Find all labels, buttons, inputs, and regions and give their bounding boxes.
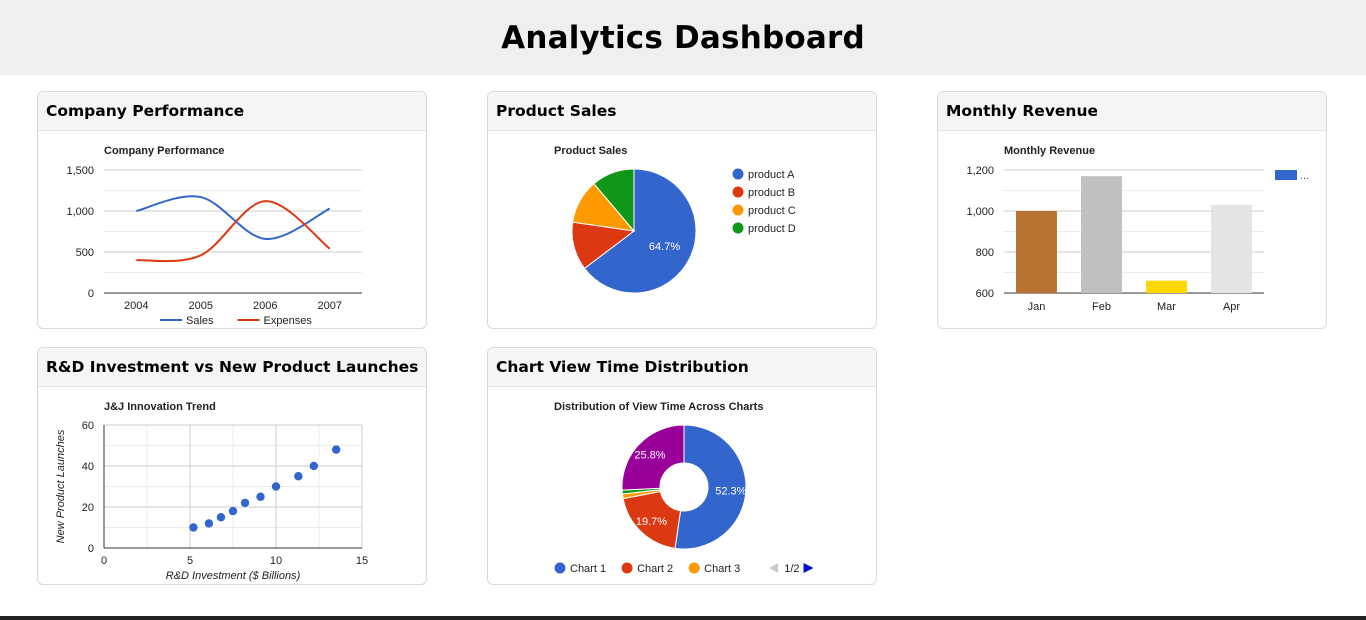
x-tick-label: 5	[187, 555, 193, 567]
legend-prev-icon	[769, 563, 779, 573]
legend-marker	[554, 562, 566, 574]
x-tick-label: Mar	[1157, 301, 1176, 313]
card-title: R&D Investment vs New Product Launches	[46, 358, 419, 376]
dashboard-header: Analytics Dashboard	[0, 0, 1366, 75]
y-tick-label: 20	[82, 502, 94, 514]
company-performance-card: Company Performance Company Performance 0…	[37, 91, 427, 329]
product-sales-card: Product Sales Product Sales 64.7% product …	[487, 91, 877, 329]
monthly-revenue-bar-chart[interactable]: Monthly Revenue 600 800 1,000 1,200 Jan Feb Mar…	[938, 131, 1327, 329]
card-header: Monthly Revenue	[938, 92, 1326, 131]
y-tick-label: 60	[82, 420, 94, 432]
x-tick-label: Jan	[1028, 301, 1046, 313]
card-title: Company Performance	[46, 102, 245, 120]
legend-label: product D	[748, 223, 796, 235]
y-tick-label: 1,200	[966, 165, 994, 177]
data-point	[189, 523, 198, 532]
chart-title: Monthly Revenue	[1004, 145, 1095, 157]
legend-label: Expenses	[264, 315, 313, 327]
chart-title: Distribution of View Time Across Charts	[554, 401, 763, 413]
legend-label: product A	[748, 169, 795, 181]
bar-jan	[1016, 211, 1057, 293]
y-tick-label: 0	[88, 543, 94, 555]
legend-marker	[621, 562, 633, 574]
view-time-donut-chart[interactable]: Distribution of View Time Across Charts 5…	[488, 387, 877, 585]
card-header: Product Sales	[488, 92, 876, 131]
legend-page-indicator: 1/2	[784, 563, 799, 575]
x-tick-label: 2006	[253, 300, 277, 312]
slice-percent-label: 25.8%	[634, 450, 665, 462]
legend-marker	[688, 562, 700, 574]
card-title: Product Sales	[496, 102, 617, 120]
y-axis-label: New Product Launches	[55, 429, 67, 543]
x-tick-label: 2004	[124, 300, 148, 312]
card-header: R&D Investment vs New Product Launches	[38, 348, 426, 387]
x-axis-label: R&D Investment ($ Billions)	[166, 570, 301, 582]
view-time-card: Chart View Time Distribution Distributio…	[487, 347, 877, 585]
card-header: Company Performance	[38, 92, 426, 131]
data-point	[309, 461, 319, 471]
slice-percent-label: 19.7%	[636, 516, 667, 528]
x-tick-label: 15	[356, 555, 368, 567]
rd-investment-scatter-chart[interactable]: J&J Innovation Trend 0 5 10 15 0 20 40 60 R&D Inv…	[38, 387, 427, 585]
slice-percent-label: 52.3%	[715, 485, 746, 497]
data-point	[216, 513, 226, 522]
bottom-bar	[0, 616, 1366, 620]
x-tick-label: 2005	[189, 300, 213, 312]
data-point	[204, 519, 214, 528]
y-tick-label: 800	[976, 247, 994, 259]
legend-swatch	[1275, 170, 1297, 180]
data-point	[271, 482, 281, 491]
legend-label: Sales	[186, 315, 214, 327]
legend-next-icon	[803, 563, 814, 573]
legend-label: product B	[748, 187, 795, 199]
y-tick-label: 40	[82, 461, 94, 473]
product-sales-pie-chart[interactable]: Product Sales 64.7% product A product B prod…	[488, 131, 877, 329]
y-tick-label: 600	[976, 288, 994, 300]
data-point	[332, 445, 341, 454]
chart-title: Company Performance	[104, 145, 224, 157]
bar-apr	[1211, 204, 1252, 293]
legend-marker	[732, 204, 744, 216]
slice-percent-label: 64.7%	[649, 241, 680, 253]
y-tick-label: 1,500	[66, 165, 94, 177]
card-title: Chart View Time Distribution	[496, 358, 749, 376]
x-tick-label: Feb	[1092, 301, 1111, 313]
legend-label: ...	[1300, 170, 1309, 182]
y-tick-label: 500	[76, 247, 94, 259]
chart-title: Product Sales	[554, 145, 627, 157]
legend-marker	[732, 168, 744, 180]
bar-feb	[1081, 176, 1122, 293]
legend-label: Chart 3	[704, 563, 740, 575]
rd-investment-card: R&D Investment vs New Product Launches J…	[37, 347, 427, 585]
card-title: Monthly Revenue	[946, 102, 1099, 120]
legend-label: product C	[748, 205, 796, 217]
x-tick-label: Apr	[1223, 301, 1240, 313]
y-tick-label: 1,000	[66, 206, 94, 218]
legend-marker	[732, 222, 744, 234]
chart-title: J&J Innovation Trend	[104, 401, 216, 413]
data-point	[256, 492, 265, 501]
data-point	[240, 498, 250, 508]
company-performance-line-chart[interactable]: Company Performance 0 500 1,000 1,500 2004 200…	[38, 131, 427, 329]
y-tick-label: 1,000	[966, 206, 994, 218]
data-point	[294, 472, 303, 481]
legend-label: Chart 2	[637, 563, 673, 575]
monthly-revenue-card: Monthly Revenue Monthly Revenue 600 800 1,0…	[937, 91, 1327, 329]
dashboard-title: Analytics Dashboard	[501, 19, 865, 56]
y-tick-label: 0	[88, 288, 94, 300]
x-tick-label: 10	[270, 555, 282, 567]
x-tick-label: 0	[101, 555, 107, 567]
series-line-sales	[136, 195, 331, 240]
bar-mar	[1146, 280, 1187, 293]
x-tick-label: 2007	[318, 300, 342, 312]
legend-marker	[732, 186, 744, 198]
card-header: Chart View Time Distribution	[488, 348, 876, 387]
data-point	[228, 506, 238, 516]
legend-label: Chart 1	[570, 563, 606, 575]
